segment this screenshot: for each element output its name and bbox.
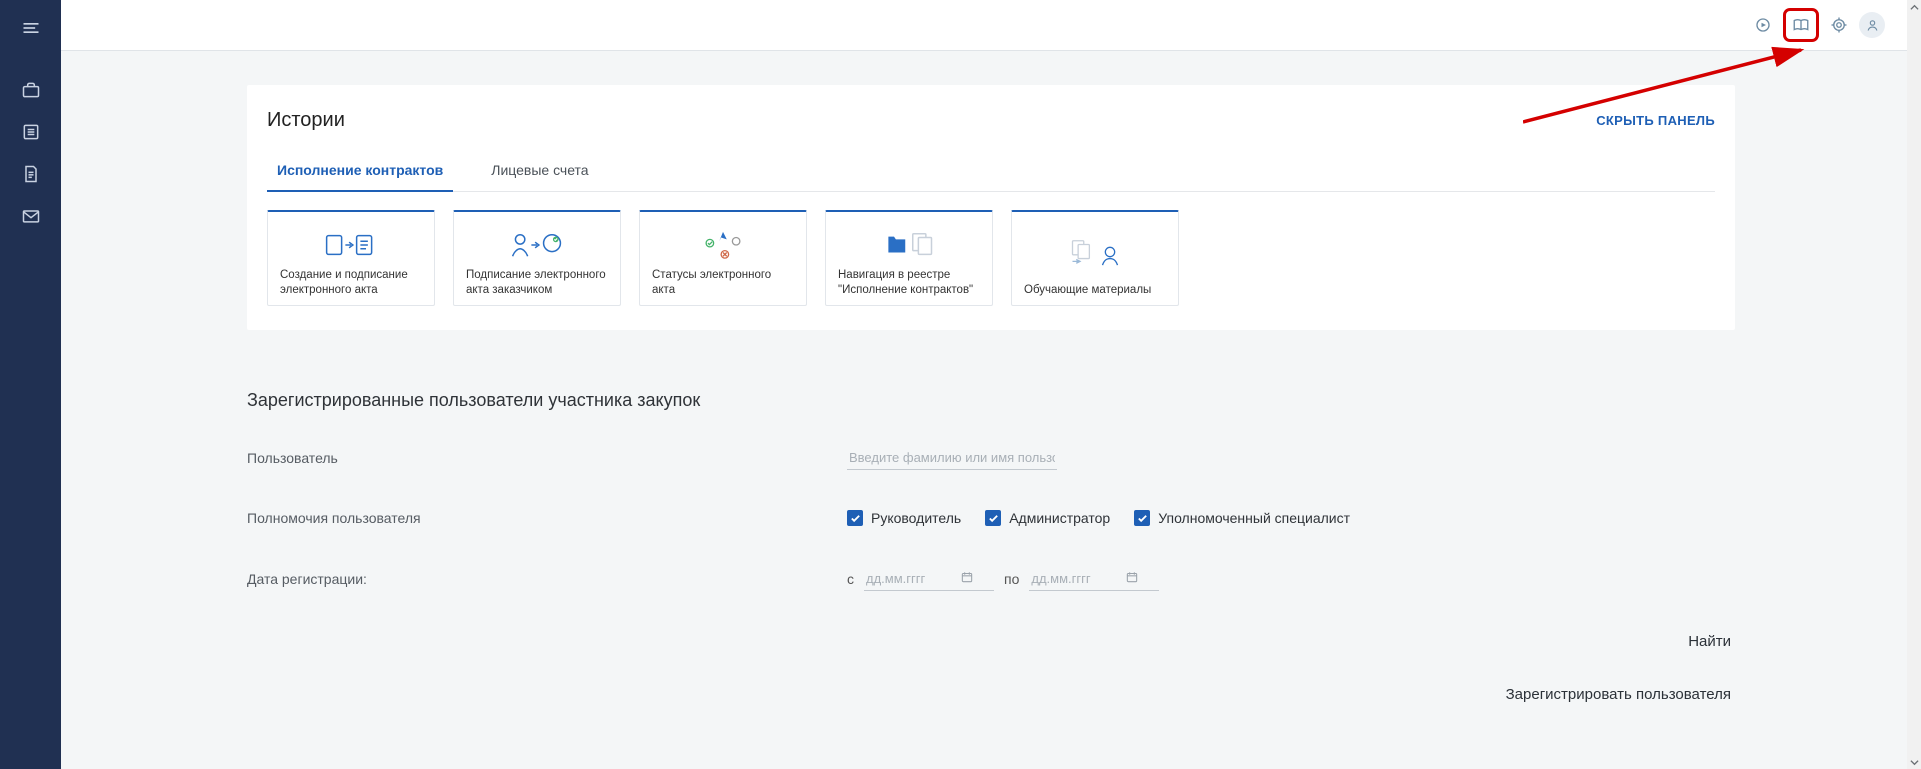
card-act-statuses[interactable]: Статусы электронного акта [639,210,807,306]
card-label: Обучающие материалы [1024,283,1166,297]
briefcase-icon[interactable] [21,80,41,100]
mail-icon[interactable] [21,206,41,226]
register-user-button[interactable]: Зарегистрировать пользователя [1502,680,1735,709]
checkbox-label: Администратор [1009,510,1110,526]
histories-cards: Создание и подписание электронного акта … [267,210,1715,306]
date-to-input[interactable] [1029,566,1125,590]
card-sign-act-customer[interactable]: Подписание электронного акта заказчиком [453,210,621,306]
date-to-label: по [1004,571,1019,587]
scroll-down-icon[interactable] [1907,755,1921,769]
highlight-box [1783,8,1819,42]
calendar-icon[interactable] [1125,570,1139,587]
card-illustration-icon [652,222,794,268]
card-create-sign-act[interactable]: Создание и подписание электронного акта [267,210,435,306]
card-label: Статусы электронного акта [652,268,794,297]
date-from-input[interactable] [864,566,960,590]
checkbox-leader[interactable]: Руководитель [847,510,961,526]
scrollbar[interactable] [1907,0,1921,769]
content-scroll[interactable]: Истории СКРЫТЬ ПАНЕЛЬ Исполнение контрак… [61,51,1921,769]
histories-title: Истории [267,109,345,132]
histories-panel: Истории СКРЫТЬ ПАНЕЛЬ Исполнение контрак… [247,85,1735,330]
users-filter-form: Пользователь Полномочия пользователя Рук… [247,445,1735,591]
list-icon[interactable] [21,122,41,142]
card-label: Создание и подписание электронного акта [280,268,422,297]
search-button[interactable]: Найти [1684,627,1735,656]
target-icon[interactable] [1827,13,1851,37]
tab-contracts[interactable]: Исполнение контрактов [267,154,453,192]
calendar-icon[interactable] [960,570,974,587]
card-illustration-icon [1024,222,1166,283]
histories-tabs: Исполнение контрактов Лицевые счета [267,154,1715,192]
refresh-icon[interactable] [1751,13,1775,37]
perms-field-label: Полномочия пользователя [247,510,847,526]
left-sidebar [0,0,61,769]
card-label: Подписание электронного акта заказчиком [466,268,608,297]
card-illustration-icon [838,222,980,268]
checkbox-checked-icon [985,510,1001,526]
tab-accounts[interactable]: Лицевые счета [481,154,598,191]
main-area: Истории СКРЫТЬ ПАНЕЛЬ Исполнение контрак… [61,0,1921,769]
date-from-label: с [847,571,854,587]
checkbox-label: Руководитель [871,510,961,526]
card-label: Навигация в реестре "Исполнение контракт… [838,268,980,297]
checkbox-specialist[interactable]: Уполномоченный специалист [1134,510,1350,526]
card-learning-materials[interactable]: Обучающие материалы [1011,210,1179,306]
hide-panel-button[interactable]: СКРЫТЬ ПАНЕЛЬ [1596,113,1715,128]
users-section-title: Зарегистрированные пользователи участник… [247,390,1735,411]
date-field-label: Дата регистрации: [247,571,847,587]
hamburger-icon[interactable] [21,18,41,38]
checkbox-checked-icon [847,510,863,526]
checkbox-admin[interactable]: Администратор [985,510,1110,526]
scroll-up-icon[interactable] [1907,0,1921,14]
checkbox-checked-icon [1134,510,1150,526]
card-registry-nav[interactable]: Навигация в реестре "Исполнение контракт… [825,210,993,306]
user-name-input[interactable] [847,445,1057,470]
user-field-label: Пользователь [247,450,847,466]
top-bar [61,0,1921,51]
book-icon[interactable] [1789,13,1813,37]
checkbox-label: Уполномоченный специалист [1158,510,1350,526]
user-icon[interactable] [1859,12,1885,38]
card-illustration-icon [280,222,422,268]
document-icon[interactable] [21,164,41,184]
card-illustration-icon [466,222,608,268]
